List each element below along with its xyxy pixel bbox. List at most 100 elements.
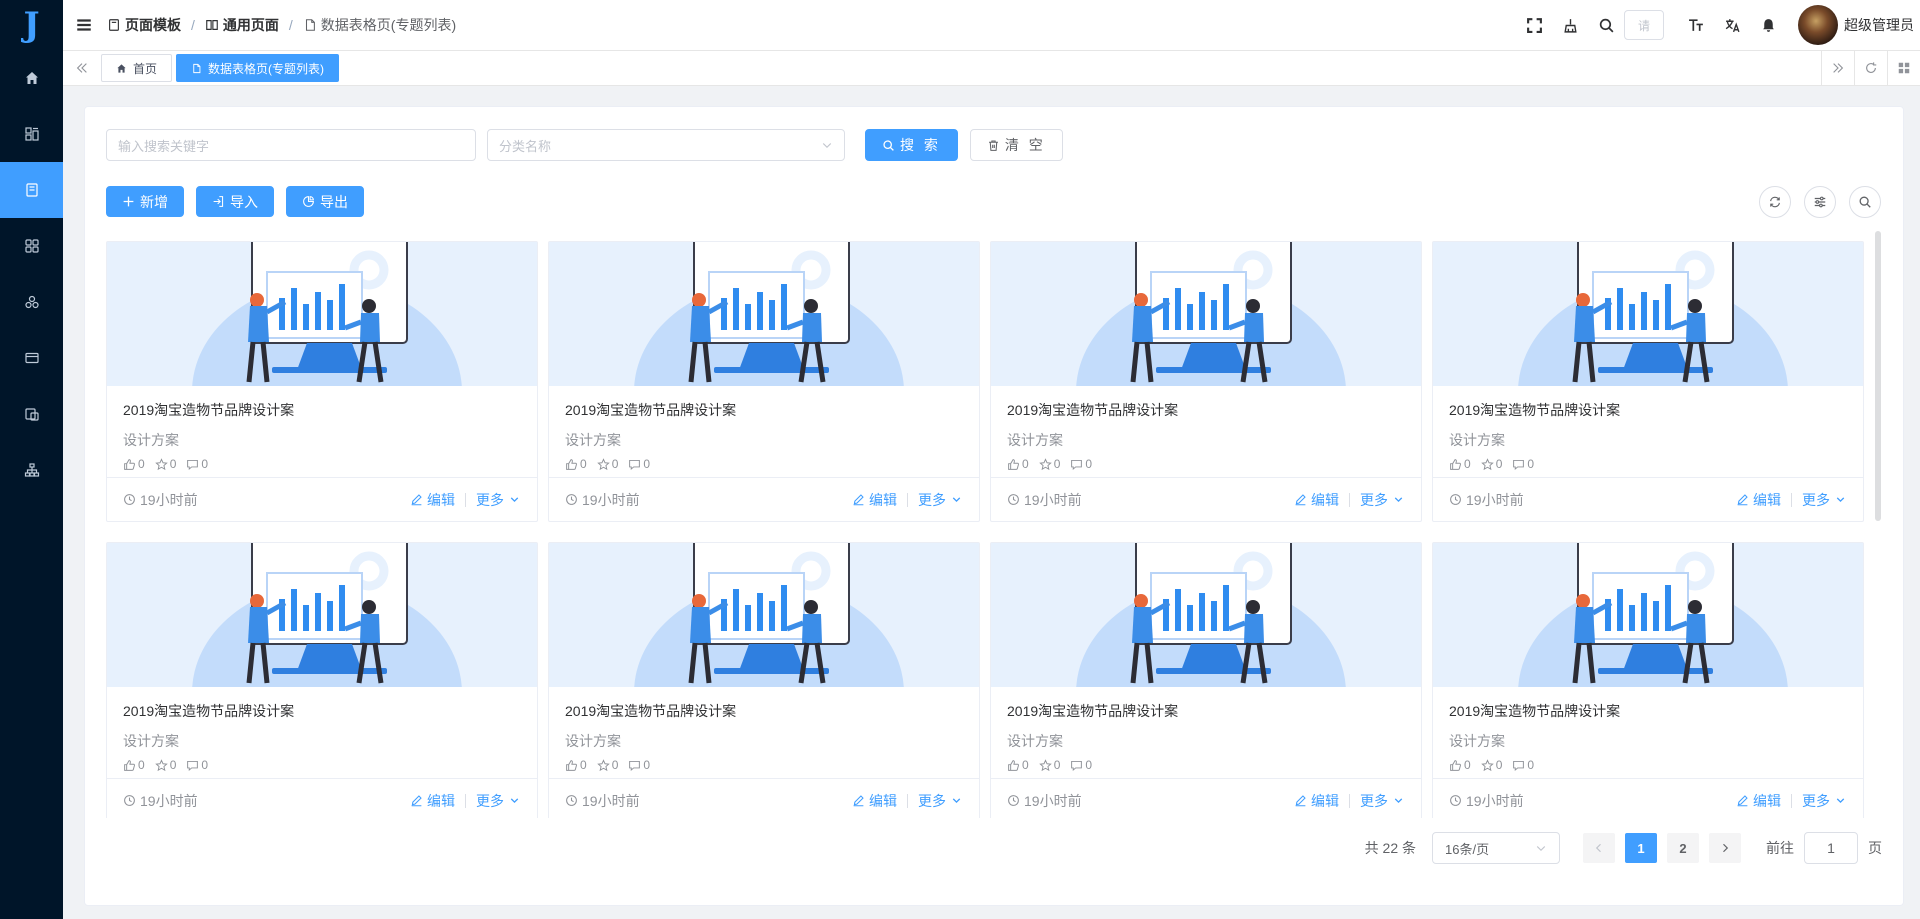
tags-scroll-right[interactable] bbox=[1821, 51, 1854, 85]
sidebar-item-grid[interactable] bbox=[0, 218, 63, 274]
more-dropdown[interactable]: 更多 bbox=[1360, 791, 1405, 811]
comment-count[interactable]: 0 bbox=[186, 758, 208, 772]
export-button[interactable]: 导出 bbox=[286, 186, 364, 217]
star-count[interactable]: 0 bbox=[1480, 457, 1502, 471]
grid-scrollbar[interactable] bbox=[1875, 231, 1881, 521]
more-dropdown[interactable]: 更多 bbox=[476, 490, 521, 510]
comment-count[interactable]: 0 bbox=[628, 758, 650, 772]
more-dropdown[interactable]: 更多 bbox=[1802, 490, 1847, 510]
like-count[interactable]: 0 bbox=[1007, 457, 1029, 471]
avatar[interactable] bbox=[1798, 5, 1838, 45]
category-select[interactable]: 分类名称 bbox=[487, 129, 845, 161]
sidebar-item-files[interactable] bbox=[0, 386, 63, 442]
tab-menu-button[interactable] bbox=[1887, 51, 1920, 85]
comment-count[interactable]: 0 bbox=[1512, 457, 1534, 471]
column-settings-button[interactable] bbox=[1804, 186, 1836, 218]
header-search-button[interactable] bbox=[1588, 17, 1624, 34]
clear-button[interactable]: 清 空 bbox=[969, 129, 1063, 161]
refresh-tab-button[interactable] bbox=[1854, 51, 1887, 85]
edit-button[interactable]: 编辑 bbox=[1736, 791, 1781, 811]
sidebar-item-card[interactable] bbox=[0, 330, 63, 386]
refresh-button[interactable] bbox=[1759, 186, 1791, 218]
page-1-button[interactable]: 1 bbox=[1625, 833, 1657, 863]
edit-button[interactable]: 编辑 bbox=[1736, 490, 1781, 510]
card-title[interactable]: 2019淘宝造物节品牌设计案 bbox=[107, 386, 537, 422]
card-title[interactable]: 2019淘宝造物节品牌设计案 bbox=[991, 687, 1421, 723]
tab-home[interactable]: 首页 bbox=[101, 54, 173, 82]
breadcrumb-item-common[interactable]: 通用页面 bbox=[205, 15, 279, 35]
star-count[interactable]: 0 bbox=[1480, 758, 1502, 772]
project-card[interactable]: 2019淘宝造物节品牌设计案 设计方案 0 0 0 19小时前 编辑 更多 bbox=[1432, 241, 1864, 522]
username[interactable]: 超级管理员 bbox=[1844, 15, 1914, 35]
card-title[interactable]: 2019淘宝造物节品牌设计案 bbox=[1433, 687, 1863, 723]
tags-scroll-left[interactable] bbox=[63, 51, 101, 85]
import-button[interactable]: 导入 bbox=[196, 186, 274, 217]
star-count[interactable]: 0 bbox=[1038, 758, 1060, 772]
star-count[interactable]: 0 bbox=[1038, 457, 1060, 471]
project-card[interactable]: 2019淘宝造物节品牌设计案 设计方案 0 0 0 19小时前 编辑 更多 bbox=[106, 241, 538, 522]
add-button[interactable]: 新增 bbox=[106, 186, 184, 217]
like-count[interactable]: 0 bbox=[565, 758, 587, 772]
app-logo[interactable]: J bbox=[0, 0, 63, 50]
card-title[interactable]: 2019淘宝造物节品牌设计案 bbox=[991, 386, 1421, 422]
comment-count[interactable]: 0 bbox=[186, 457, 208, 471]
like-count[interactable]: 0 bbox=[1007, 758, 1029, 772]
like-count[interactable]: 0 bbox=[565, 457, 587, 471]
like-count[interactable]: 0 bbox=[123, 758, 145, 772]
sidebar-item-templates[interactable] bbox=[0, 162, 63, 218]
page-size-select[interactable]: 16条/页 bbox=[1432, 832, 1560, 864]
menu-toggle-icon[interactable] bbox=[75, 16, 93, 34]
like-count[interactable]: 0 bbox=[1449, 758, 1471, 772]
keyword-input[interactable]: 输入搜索关键字 bbox=[106, 129, 476, 161]
project-card[interactable]: 2019淘宝造物节品牌设计案 设计方案 0 0 0 19小时前 编辑 更多 bbox=[548, 542, 980, 818]
card-title[interactable]: 2019淘宝造物节品牌设计案 bbox=[549, 687, 979, 723]
edit-button[interactable]: 编辑 bbox=[1294, 490, 1339, 510]
edit-button[interactable]: 编辑 bbox=[410, 791, 455, 811]
project-card[interactable]: 2019淘宝造物节品牌设计案 设计方案 0 0 0 19小时前 编辑 更多 bbox=[990, 241, 1422, 522]
card-title[interactable]: 2019淘宝造物节品牌设计案 bbox=[549, 386, 979, 422]
prev-page-button[interactable] bbox=[1583, 833, 1615, 863]
sidebar-item-components[interactable] bbox=[0, 106, 63, 162]
edit-button[interactable]: 编辑 bbox=[410, 490, 455, 510]
clear-cache-button[interactable] bbox=[1552, 17, 1588, 34]
tab-data-table-page[interactable]: 数据表格页(专题列表) bbox=[176, 54, 340, 82]
comment-count[interactable]: 0 bbox=[1070, 758, 1092, 772]
sidebar-item-org[interactable] bbox=[0, 442, 63, 498]
page-2-button[interactable]: 2 bbox=[1667, 833, 1699, 863]
search-button[interactable]: 搜 索 bbox=[865, 129, 958, 161]
comment-count[interactable]: 0 bbox=[628, 457, 650, 471]
more-dropdown[interactable]: 更多 bbox=[1360, 490, 1405, 510]
comment-count[interactable]: 0 bbox=[1070, 457, 1092, 471]
toggle-search-button[interactable] bbox=[1849, 186, 1881, 218]
card-title[interactable]: 2019淘宝造物节品牌设计案 bbox=[107, 687, 537, 723]
project-card[interactable]: 2019淘宝造物节品牌设计案 设计方案 0 0 0 19小时前 编辑 更多 bbox=[106, 542, 538, 818]
sidebar-item-home[interactable] bbox=[0, 50, 63, 106]
next-page-button[interactable] bbox=[1709, 833, 1741, 863]
edit-button[interactable]: 编辑 bbox=[852, 490, 897, 510]
project-card[interactable]: 2019淘宝造物节品牌设计案 设计方案 0 0 0 19小时前 编辑 更多 bbox=[1432, 542, 1864, 818]
star-count[interactable]: 0 bbox=[596, 758, 618, 772]
sidebar-item-cluster[interactable] bbox=[0, 274, 63, 330]
page-jump-input[interactable]: 1 bbox=[1804, 832, 1858, 864]
star-count[interactable]: 0 bbox=[596, 457, 618, 471]
language-button[interactable] bbox=[1714, 17, 1750, 34]
edit-button[interactable]: 编辑 bbox=[852, 791, 897, 811]
breadcrumb-item-templates[interactable]: 页面模板 bbox=[107, 15, 181, 35]
notification-button[interactable] bbox=[1750, 17, 1786, 34]
comment-count[interactable]: 0 bbox=[1512, 758, 1534, 772]
project-card[interactable]: 2019淘宝造物节品牌设计案 设计方案 0 0 0 19小时前 编辑 更多 bbox=[548, 241, 980, 522]
like-count[interactable]: 0 bbox=[1449, 457, 1471, 471]
star-count[interactable]: 0 bbox=[154, 457, 176, 471]
more-dropdown[interactable]: 更多 bbox=[476, 791, 521, 811]
edit-button[interactable]: 编辑 bbox=[1294, 791, 1339, 811]
font-size-button[interactable] bbox=[1678, 17, 1714, 34]
header-search-input[interactable]: 请 bbox=[1624, 10, 1664, 40]
card-title[interactable]: 2019淘宝造物节品牌设计案 bbox=[1433, 386, 1863, 422]
project-card[interactable]: 2019淘宝造物节品牌设计案 设计方案 0 0 0 19小时前 编辑 更多 bbox=[990, 542, 1422, 818]
star-count[interactable]: 0 bbox=[154, 758, 176, 772]
more-dropdown[interactable]: 更多 bbox=[918, 791, 963, 811]
more-dropdown[interactable]: 更多 bbox=[1802, 791, 1847, 811]
like-count[interactable]: 0 bbox=[123, 457, 145, 471]
more-dropdown[interactable]: 更多 bbox=[918, 490, 963, 510]
fullscreen-button[interactable] bbox=[1516, 17, 1552, 34]
